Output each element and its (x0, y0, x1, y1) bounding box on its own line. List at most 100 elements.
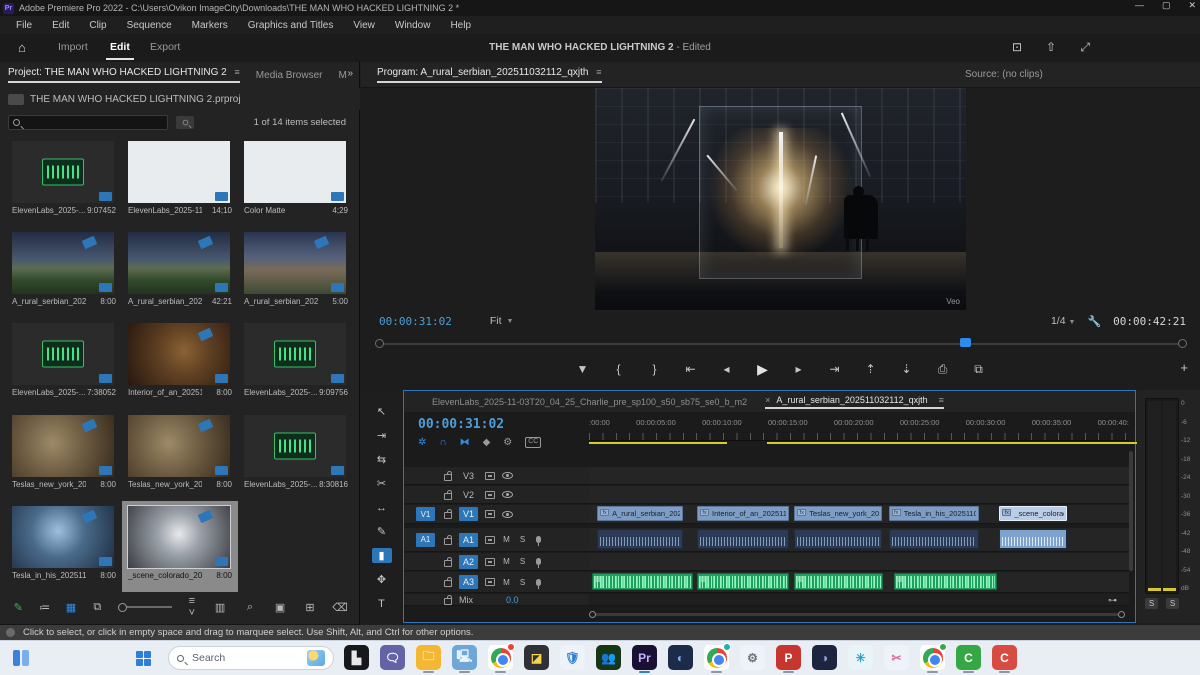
new-bin-button[interactable]: ▣ (272, 601, 288, 614)
tab-more[interactable]: M (339, 70, 347, 81)
track-output-eye-icon[interactable] (502, 472, 513, 479)
solo-button[interactable]: S (518, 578, 527, 587)
video-clip[interactable]: fx_scene_colorado (999, 506, 1067, 521)
type-tool[interactable]: T (372, 596, 392, 611)
start-button[interactable] (130, 646, 156, 670)
workspaces-icon[interactable]: ⊡ (1012, 40, 1022, 54)
menu-graphics-and-titles[interactable]: Graphics and Titles (238, 20, 344, 31)
project-item[interactable]: A_rural_serbian_2025...8:00 (6, 227, 122, 318)
mix-level-value[interactable]: 0.0 (506, 595, 519, 605)
project-item[interactable]: ElevenLabs_2025-...7:38052 (6, 318, 122, 409)
tab-media-browser[interactable]: Media Browser (256, 70, 323, 81)
track-lane-a2[interactable] (589, 553, 1129, 571)
tab-program[interactable]: Program: A_rural_serbian_202511032112_qx… (377, 67, 602, 83)
slip-tool[interactable]: ↔ (372, 500, 392, 515)
meter-solo-button[interactable]: S (1166, 598, 1179, 609)
sort-icons-button[interactable]: ≡ ˅ (186, 595, 198, 619)
audio-clip[interactable] (794, 529, 882, 549)
chrome-app-2[interactable] (704, 645, 729, 670)
comparison-view-button[interactable]: ⧉ (971, 362, 987, 377)
red-p-app[interactable]: P (776, 645, 801, 670)
menu-view[interactable]: View (343, 20, 385, 31)
search-input[interactable] (8, 115, 168, 130)
project-item[interactable]: A_rural_serbian_202...42:21 (122, 227, 238, 318)
timeline-ruler[interactable]: :00:0000:00:05:0000:00:10:0000:00:15:000… (589, 415, 1129, 441)
task-switcher-app[interactable]: ▙ (344, 645, 369, 670)
linked-selection-toggle[interactable]: ⧓ (460, 437, 470, 448)
panel-menu-icon[interactable]: ≡ (596, 67, 601, 77)
track-name-v1[interactable]: V1 (459, 507, 478, 521)
panel-menu-icon[interactable]: ≡ (235, 67, 240, 77)
sphere-app[interactable]: ◐ (668, 645, 693, 670)
program-timecode[interactable]: 00:00:31:02 (379, 315, 452, 328)
writable-indicator-icon[interactable]: ✎ (12, 601, 24, 614)
mute-button[interactable]: M (502, 557, 511, 566)
settings-app[interactable]: ⚙ (740, 645, 765, 670)
program-video-preview[interactable]: Veo (595, 88, 966, 310)
chrome-app[interactable] (488, 645, 513, 670)
ripple-edit-tool[interactable]: ⇆ (372, 452, 392, 467)
tab-edit[interactable]: Edit (110, 41, 130, 53)
chat-app[interactable]: 🗨 (380, 645, 405, 670)
icon-view-button[interactable]: ▦ (65, 601, 77, 614)
lift-button[interactable]: ⇡ (863, 362, 879, 376)
lock-icon[interactable] (444, 560, 452, 567)
project-item[interactable]: ElevenLabs_2025-...9:09756 (238, 318, 354, 409)
track-lane-v3[interactable] (589, 467, 1129, 485)
panel-menu-icon[interactable]: ≡ (939, 395, 944, 405)
hand-tool[interactable]: ✥ (372, 572, 392, 587)
lock-icon[interactable] (444, 598, 452, 605)
meeting-app[interactable]: 👥 (596, 645, 621, 670)
mark-in-button[interactable]: { (611, 362, 627, 376)
mute-button[interactable]: M (502, 535, 511, 544)
track-output-eye-icon[interactable] (502, 491, 513, 498)
computer-app[interactable]: 🖳 (452, 645, 477, 670)
find-button[interactable]: ⌕ (242, 601, 258, 614)
lock-icon[interactable] (444, 538, 452, 545)
sync-lock-icon[interactable] (485, 472, 495, 480)
audio-clip[interactable] (999, 529, 1067, 549)
audio-clip[interactable] (889, 529, 980, 549)
voiceover-audio-clip[interactable] (592, 573, 694, 590)
track-name-v3[interactable]: V3 (459, 469, 478, 483)
lock-icon[interactable] (444, 493, 452, 500)
tab-import[interactable]: Import (58, 41, 88, 53)
file-explorer-app[interactable]: 🗀 (416, 645, 441, 670)
mark-out-button[interactable]: } (647, 362, 663, 376)
list-view-button[interactable]: ≔ (38, 601, 50, 614)
automate-to-sequence-button[interactable]: ▥ (212, 601, 228, 614)
source-patch-v1[interactable]: V1 (416, 507, 435, 521)
add-marker-button[interactable]: ◆ (483, 437, 491, 448)
close-button[interactable]: ✕ (1188, 0, 1196, 11)
chrome-app-3[interactable] (920, 645, 945, 670)
sync-lock-icon[interactable] (485, 558, 495, 566)
video-clip[interactable]: fxTeslas_new_york_2025 (794, 506, 882, 521)
sync-lock-icon[interactable] (485, 491, 495, 499)
project-item[interactable]: _scene_colorado_2025...8:00 (122, 501, 238, 592)
bin-navigate-button[interactable] (176, 116, 194, 129)
tab-sequence-inactive[interactable]: ElevenLabs_2025-11-03T20_04_25_Charlie_p… (432, 397, 747, 407)
lock-icon[interactable] (444, 474, 452, 481)
razor-tool[interactable]: ✂ (372, 476, 392, 491)
go-to-out-button[interactable]: ⇥ (827, 362, 843, 376)
zoom-slider[interactable] (118, 606, 172, 608)
voiceover-mic-icon[interactable] (536, 536, 541, 543)
capture-tool-app[interactable]: ✂ (884, 645, 909, 670)
menu-help[interactable]: Help (440, 20, 481, 31)
notes-app[interactable]: ◪ (524, 645, 549, 670)
audio-clip[interactable] (697, 529, 789, 549)
zoom-handle-right[interactable] (1178, 339, 1187, 348)
tab-sequence-active[interactable]: × A_rural_serbian_202511032112_qxjth ≡ (765, 395, 944, 409)
snap-toggle[interactable]: ∩ (439, 437, 446, 448)
track-name-a3[interactable]: A3 (459, 575, 478, 589)
project-item[interactable]: Teslas_new_york_202...8:00 (6, 410, 122, 501)
new-item-button[interactable]: ⊞ (302, 601, 318, 614)
zoom-handle-right[interactable] (1118, 611, 1125, 618)
video-clip[interactable]: fxInterior_of_an_2025110 (697, 506, 789, 521)
project-item[interactable]: Interior_of_an_202511...8:00 (122, 318, 238, 409)
video-clip[interactable]: fxA_rural_serbian_20251 (597, 506, 683, 521)
playback-resolution-dropdown[interactable]: 1/4 ▼ (1051, 315, 1075, 327)
track-name-a2[interactable]: A2 (459, 555, 478, 569)
add-marker-button[interactable]: ▼ (575, 362, 591, 376)
menu-window[interactable]: Window (385, 20, 441, 31)
